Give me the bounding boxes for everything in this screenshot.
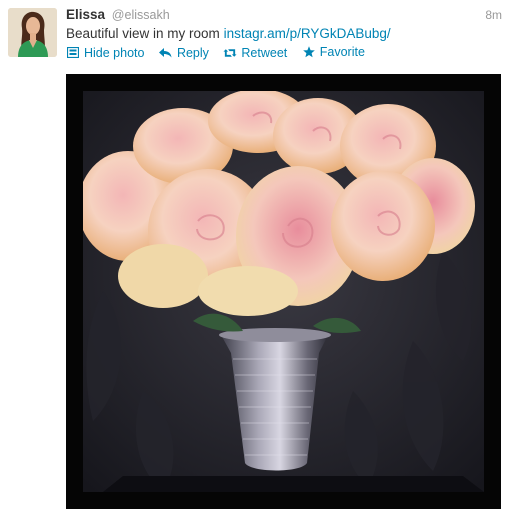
tweet-header: Elissa @elissakh xyxy=(66,7,170,25)
author-name[interactable]: Elissa xyxy=(66,7,105,22)
tweet-photo[interactable] xyxy=(66,74,501,509)
reply-arrow-icon xyxy=(159,47,173,59)
retweet-icon xyxy=(223,47,237,59)
tweet-timestamp[interactable]: 8m xyxy=(485,8,502,22)
tweet-actions: Hide photo Reply Retweet Favorite xyxy=(66,45,376,61)
tweet-link[interactable]: instagr.am/p/RYGkDABubg/ xyxy=(224,26,391,41)
reply-button[interactable]: Reply xyxy=(159,46,209,60)
retweet-button[interactable]: Retweet xyxy=(223,46,287,60)
tweet-text: Beautiful view in my room instagr.am/p/R… xyxy=(66,26,391,41)
star-icon xyxy=(302,46,316,58)
favorite-button[interactable]: Favorite xyxy=(302,45,365,59)
tweet: Elissa @elissakh 8m Beautiful view in my… xyxy=(0,0,510,511)
roses-photo xyxy=(83,91,484,492)
author-handle[interactable]: @elissakh xyxy=(112,8,170,22)
avatar[interactable] xyxy=(8,8,57,57)
favorite-label: Favorite xyxy=(319,45,365,59)
hide-photo-label: Hide photo xyxy=(84,45,145,60)
retweet-label: Retweet xyxy=(241,46,288,60)
photo-icon xyxy=(66,47,80,59)
hide-photo-button[interactable]: Hide photo xyxy=(66,46,144,60)
reply-label: Reply xyxy=(176,46,209,60)
tweet-body: Beautiful view in my room xyxy=(66,26,220,41)
